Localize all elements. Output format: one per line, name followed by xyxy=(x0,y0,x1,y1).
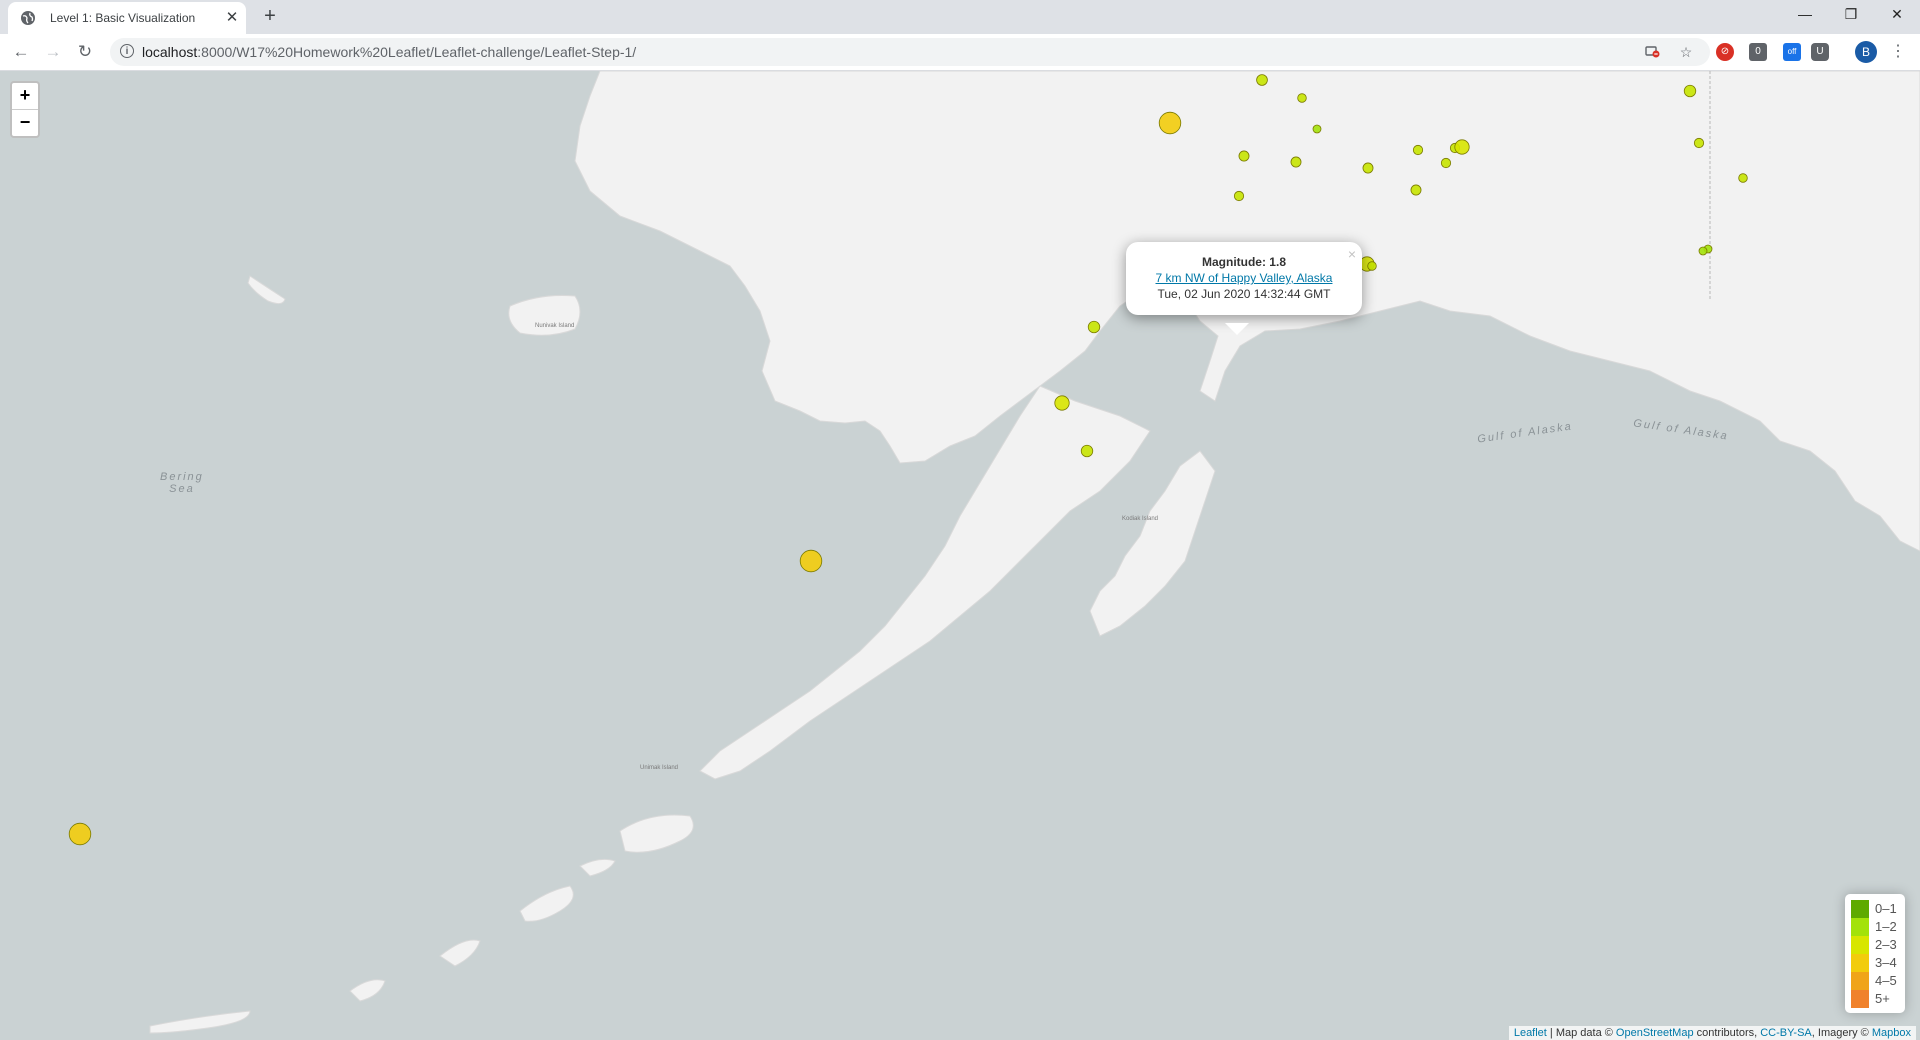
popup-place-link[interactable]: 7 km NW of Happy Valley, Alaska xyxy=(1156,271,1333,285)
popup-time: Tue, 02 Jun 2020 14:32:44 GMT xyxy=(1157,287,1331,301)
osm-link[interactable]: OpenStreetMap xyxy=(1616,1027,1694,1039)
earthquake-marker[interactable] xyxy=(799,549,823,573)
legend-label: 0–1 xyxy=(1875,901,1897,916)
map-attribution: Leaflet | Map data © OpenStreetMap contr… xyxy=(1508,1026,1916,1040)
earthquake-marker[interactable] xyxy=(1698,246,1708,256)
blocked-content-icon[interactable] xyxy=(1643,43,1661,61)
minimize-button[interactable]: — xyxy=(1782,0,1828,30)
forward-button[interactable]: → xyxy=(40,39,66,65)
mapbox-link[interactable]: Mapbox xyxy=(1872,1027,1911,1039)
earthquake-marker[interactable] xyxy=(1297,93,1307,103)
legend-swatch xyxy=(1851,900,1869,918)
address-bar[interactable]: i localhost:8000/W17%20Homework%20Leafle… xyxy=(110,38,1710,66)
earthquake-marker[interactable] xyxy=(1158,111,1182,135)
legend-label: 3–4 xyxy=(1875,955,1897,970)
leaflet-map[interactable]: Bering Sea Gulf of Alaska Gulf of Alaska… xyxy=(0,71,1920,1040)
earthquake-marker[interactable] xyxy=(1683,84,1697,98)
legend-label: 5+ xyxy=(1875,991,1890,1006)
reload-button[interactable]: ↻ xyxy=(72,39,98,65)
tab-close-icon[interactable]: ✕ xyxy=(222,8,242,28)
tab-active[interactable]: Level 1: Basic Visualization ✕ xyxy=(8,2,246,34)
license-link[interactable]: CC-BY-SA xyxy=(1760,1027,1812,1039)
popup-tip xyxy=(1225,323,1249,335)
attribution-text-3: , Imagery © xyxy=(1811,1027,1872,1039)
attribution-text-2: contributors, xyxy=(1693,1027,1761,1039)
legend-row: 0–1 xyxy=(1851,900,1899,918)
earthquake-marker[interactable] xyxy=(1080,444,1094,458)
tab-title: Level 1: Basic Visualization xyxy=(50,11,196,25)
legend-row: 4–5 xyxy=(1851,972,1899,990)
earthquake-popup: × Magnitude: 1.8 7 km NW of Happy Valley… xyxy=(1126,242,1362,315)
earthquake-marker[interactable] xyxy=(1367,261,1377,271)
legend-swatch xyxy=(1851,918,1869,936)
url-host: localhost xyxy=(142,44,198,60)
menu-kebab-icon[interactable]: ⋮ xyxy=(1890,40,1906,64)
legend-label: 2–3 xyxy=(1875,937,1897,952)
earthquake-marker[interactable] xyxy=(1087,320,1101,334)
legend-swatch xyxy=(1851,990,1869,1008)
maximize-button[interactable]: ❐ xyxy=(1828,0,1874,30)
earthquake-marker[interactable] xyxy=(1256,74,1268,86)
earthquake-marker[interactable] xyxy=(1238,150,1250,162)
profile-avatar[interactable]: B xyxy=(1855,41,1877,63)
zoom-out-button[interactable]: − xyxy=(12,109,38,136)
window-close-button[interactable]: ✕ xyxy=(1874,0,1920,30)
url-path: :8000/W17%20Homework%20Leaflet/Leaflet-c… xyxy=(197,44,637,60)
earthquake-marker[interactable] xyxy=(1454,139,1470,155)
tab-strip: Level 1: Basic Visualization ✕ + — ❐ ✕ xyxy=(0,0,1920,34)
legend-row: 3–4 xyxy=(1851,954,1899,972)
legend-row: 2–3 xyxy=(1851,936,1899,954)
new-tab-button[interactable]: + xyxy=(258,5,282,29)
earthquake-marker[interactable] xyxy=(1312,124,1322,134)
legend-swatch xyxy=(1851,954,1869,972)
earthquake-marker[interactable] xyxy=(1233,190,1245,202)
leaflet-link[interactable]: Leaflet xyxy=(1514,1027,1547,1039)
earthquake-marker[interactable] xyxy=(1410,184,1422,196)
earthquake-marker[interactable] xyxy=(68,822,92,846)
back-button[interactable]: ← xyxy=(8,39,34,65)
earthquake-marker[interactable] xyxy=(1290,156,1302,168)
globe-icon xyxy=(21,11,35,25)
attribution-text-1: | Map data © xyxy=(1546,1027,1616,1039)
earthquake-marker[interactable] xyxy=(1054,395,1070,411)
magnitude-legend: 0–1 1–2 2–3 3–4 4–5 5+ xyxy=(1845,894,1905,1013)
legend-label: 1–2 xyxy=(1875,919,1897,934)
zoom-control: + − xyxy=(10,81,40,138)
earthquake-marker[interactable] xyxy=(1412,144,1424,156)
extension-off-icon[interactable]: off xyxy=(1783,43,1801,61)
earthquake-markers xyxy=(68,74,1748,846)
legend-label: 4–5 xyxy=(1875,973,1897,988)
browser-toolbar: ← → ↻ i localhost:8000/W17%20Homework%20… xyxy=(0,34,1920,71)
info-icon[interactable]: i xyxy=(120,44,134,58)
extension-counter-icon[interactable]: 0 xyxy=(1749,43,1767,61)
url-text[interactable]: localhost:8000/W17%20Homework%20Leaflet/… xyxy=(142,44,636,60)
legend-swatch xyxy=(1851,936,1869,954)
earthquake-marker[interactable] xyxy=(1440,157,1452,169)
extension-red-icon[interactable]: ⊘ xyxy=(1716,43,1734,61)
earthquake-marker[interactable] xyxy=(1738,173,1748,183)
shield-extension-icon[interactable]: U xyxy=(1811,43,1829,61)
zoom-in-button[interactable]: + xyxy=(12,83,38,109)
popup-magnitude: Magnitude: 1.8 xyxy=(1201,255,1286,269)
popup-close-icon[interactable]: × xyxy=(1348,246,1356,262)
legend-row: 1–2 xyxy=(1851,918,1899,936)
legend-row: 5+ xyxy=(1851,990,1899,1008)
legend-swatch xyxy=(1851,972,1869,990)
bookmark-star-icon[interactable]: ☆ xyxy=(1677,43,1695,61)
earthquake-marker[interactable] xyxy=(1362,162,1374,174)
earthquake-marker[interactable] xyxy=(1693,137,1705,149)
